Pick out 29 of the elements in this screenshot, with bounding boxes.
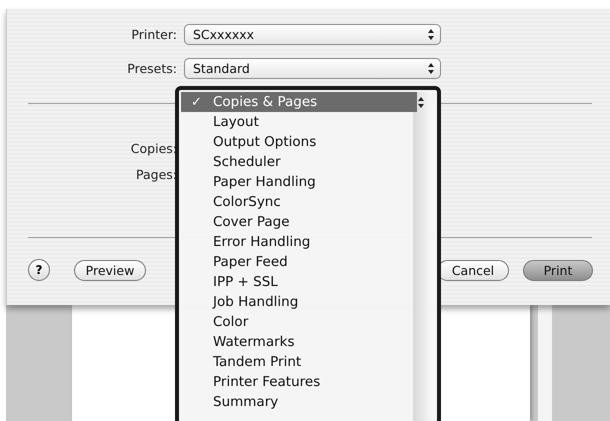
help-button[interactable]: ? xyxy=(28,259,50,281)
menu-item[interactable]: Printer Features xyxy=(181,372,417,392)
printer-label: Printer: xyxy=(130,26,178,42)
menu-item[interactable]: ✓ Copies & Pages xyxy=(181,92,417,112)
presets-label: Presets: xyxy=(126,60,178,76)
menu-item[interactable]: Layout xyxy=(181,112,417,132)
menu-item[interactable]: Watermarks xyxy=(181,332,417,352)
field-label: Copies: xyxy=(130,140,177,156)
print-button[interactable]: Print xyxy=(523,260,593,280)
preview-button[interactable]: Preview xyxy=(74,260,146,280)
menu-item[interactable]: Job Handling xyxy=(181,292,417,312)
menu-item[interactable]: Scheduler xyxy=(181,152,417,172)
printer-dropdown[interactable]: SCxxxxxx xyxy=(184,24,441,44)
menu-item[interactable]: Error Handling xyxy=(181,232,417,252)
menu-item[interactable]: Cover Page xyxy=(181,212,417,232)
checkmark: ✓ xyxy=(191,94,202,110)
menu-item[interactable]: Paper Feed xyxy=(181,252,417,272)
menu-item[interactable]: ColorSync xyxy=(181,192,417,212)
menu-item[interactable]: IPP + SSL xyxy=(181,272,417,292)
up-down-arrows-icon xyxy=(425,26,437,42)
menu-item[interactable]: Output Options xyxy=(181,132,417,152)
field-label: Pages: xyxy=(135,166,177,182)
up-down-arrows-icon xyxy=(415,95,427,110)
menu-item[interactable]: Paper Handling xyxy=(181,172,417,192)
presets-dropdown[interactable]: Standard xyxy=(184,58,441,78)
menu-item[interactable]: Summary xyxy=(181,392,417,412)
up-down-arrows-icon xyxy=(425,60,437,76)
menu-item[interactable]: Tandem Print xyxy=(181,352,417,372)
menu-item[interactable]: Color xyxy=(181,312,417,332)
